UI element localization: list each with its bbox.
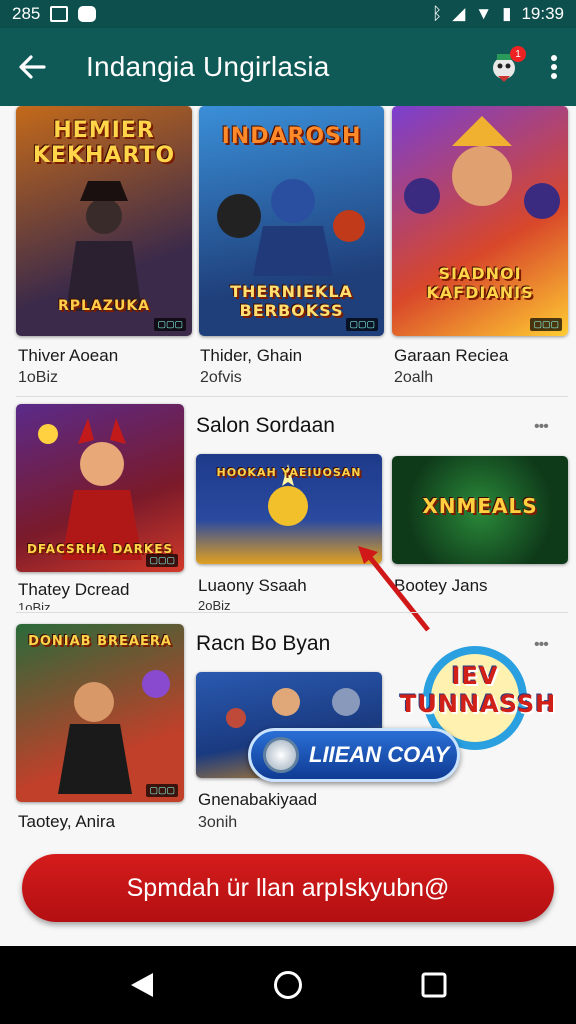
bluetooth-icon: ᛒ	[431, 4, 443, 23]
signal-icon: ◢	[452, 4, 466, 23]
game-card-1[interactable]: HEMIER KEKHARTO RPLAZUKA ▢▢▢	[16, 106, 192, 336]
card-tag: ▢▢▢	[146, 554, 178, 567]
section-title: Racn Bo Byan	[196, 632, 331, 655]
game-card-2[interactable]: INDAROSH THERNIEKLA BERBOKSS ▢▢▢	[199, 106, 384, 336]
notification-button[interactable]: 1	[488, 46, 526, 84]
game-title[interactable]: Thider, Ghain	[200, 346, 302, 366]
coin-icon	[263, 737, 299, 773]
app-bar: Indangia Ungirlasia 1	[0, 28, 576, 106]
nav-home-icon[interactable]	[273, 970, 303, 1000]
status-left-text: 285	[12, 4, 41, 23]
game-card-4[interactable]: DFACSRHA DARKES ▢▢▢	[16, 404, 184, 572]
section-more-icon[interactable]: •••	[534, 418, 549, 436]
content-area: HEMIER KEKHARTO RPLAZUKA ▢▢▢ Thiver Aoea…	[0, 106, 576, 946]
game-subtitle: 1oBiz	[18, 369, 59, 386]
card-tag: ▢▢▢	[146, 784, 178, 797]
status-time: 19:39	[521, 4, 564, 23]
game-subtitle: 2oBiz	[198, 598, 231, 610]
notification-badge: 1	[510, 46, 526, 62]
art-title: HOOKAH YAEIUOSAN	[216, 466, 362, 479]
art-title: XNMEALS	[422, 494, 538, 518]
game-art: DONIAB BREAERA ▢▢▢	[16, 624, 184, 802]
game-subtitle: 1oBiz	[18, 600, 51, 610]
game-subtitle: 2ofvis	[200, 369, 242, 386]
game-title[interactable]: Thiver Aoean	[18, 346, 118, 366]
game-title[interactable]: Taotey, Anira	[18, 812, 115, 832]
game-subtitle: 2oalh	[394, 369, 434, 386]
pointer-arrow-icon	[358, 546, 430, 632]
promo-title: IEV TUNNASSH	[400, 662, 557, 718]
cta-label: Spmdah ür llan arpIskyubn@	[126, 873, 450, 902]
art-title-bottom: THERNIEKLA BERBOKSS	[230, 282, 353, 320]
system-nav-bar	[0, 946, 576, 1024]
card-tag: ▢▢▢	[346, 318, 378, 331]
wifi-icon: ▼	[475, 4, 493, 23]
nav-recents-icon[interactable]	[421, 972, 447, 998]
game-art: SIADNOI KAFDIANIS ▢▢▢	[392, 106, 568, 336]
battery-icon: ▮	[502, 4, 512, 23]
divider	[16, 396, 568, 397]
divider	[16, 612, 568, 613]
game-subtitle: 3onih	[198, 814, 238, 831]
game-art: DFACSRHA DARKES ▢▢▢	[16, 404, 184, 572]
nav-back-icon[interactable]	[129, 971, 155, 999]
arrow-left-icon[interactable]	[18, 54, 46, 80]
primary-cta-button[interactable]: Spmdah ür llan arpIskyubn@	[22, 854, 554, 922]
game-title[interactable]: Thatey Dcread	[18, 580, 130, 600]
page-title: Indangia Ungirlasia	[86, 51, 330, 82]
game-card-7[interactable]: DONIAB BREAERA ▢▢▢	[16, 624, 184, 802]
art-title-bottom: RPLAZUKA	[58, 298, 150, 314]
game-title[interactable]: Gnenabakiyaad	[198, 790, 317, 810]
more-vert-icon[interactable]	[550, 54, 558, 80]
character-illustration	[58, 670, 170, 794]
game-art: INDAROSH THERNIEKLA BERBOKSS ▢▢▢	[199, 106, 384, 336]
art-title-bottom: SIADNOI KAFDIANIS	[426, 264, 534, 302]
section-title: Salon Sordaan	[196, 414, 335, 437]
card-tag: ▢▢▢	[530, 318, 562, 331]
game-card-5[interactable]: HOOKAH YAEIUOSAN	[196, 454, 382, 564]
game-title[interactable]: Garaan Reciea	[394, 346, 508, 366]
app-icon	[78, 6, 97, 22]
promo-pill-label: LIIEAN COAY	[309, 742, 450, 767]
card-tag: ▢▢▢	[154, 318, 186, 331]
game-card-3[interactable]: SIADNOI KAFDIANIS ▢▢▢	[392, 106, 568, 336]
gallery-icon	[50, 6, 69, 22]
game-art: HOOKAH YAEIUOSAN	[196, 454, 382, 564]
promo-pill-button[interactable]: LIIEAN COAY	[248, 728, 460, 782]
game-title[interactable]: Luaony Ssaah	[198, 576, 307, 596]
game-art: HEMIER KEKHARTO RPLAZUKA ▢▢▢	[16, 106, 192, 336]
status-bar: 285 ᛒ ◢ ▼ ▮ 19:39	[0, 0, 576, 28]
